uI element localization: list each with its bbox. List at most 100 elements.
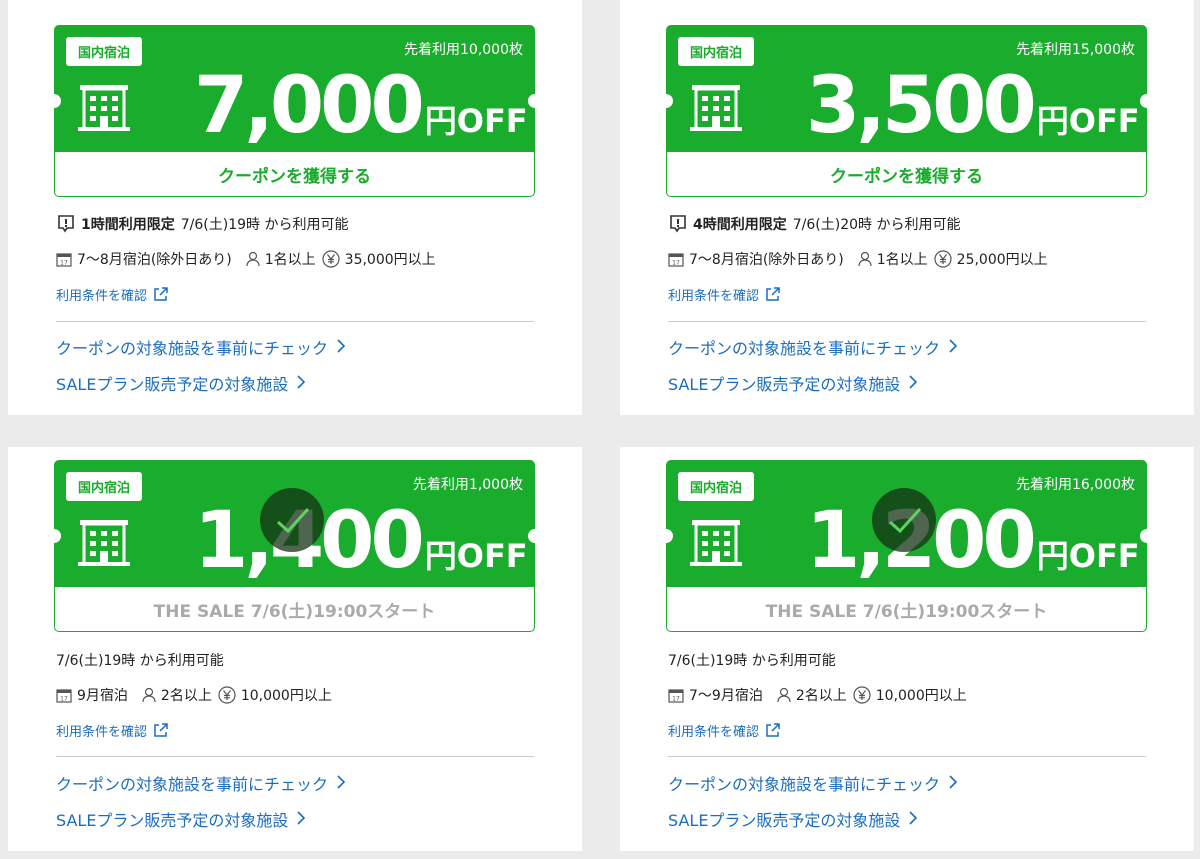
sale-start-banner: THE SALE 7/6(土)19:00スタート	[55, 587, 534, 631]
min-price: 35,000円以上	[344, 252, 436, 268]
coupon-card: 国内宿泊 先着利用16,000枚 1,200円OFF THE SALE 7/6(…	[620, 447, 1194, 851]
sale-plan-link[interactable]: SALEプラン販売予定の対象施設	[668, 371, 918, 395]
calendar-icon: 17	[56, 251, 72, 267]
check-facilities-link[interactable]: クーポンの対象施設を事前にチェック	[668, 335, 958, 359]
chevron-right-icon	[908, 810, 918, 829]
ticket-notch	[1140, 94, 1154, 108]
coupon-info: 4時間利用限定 7/6(土)20時 から利用可能 17 7〜8月宿泊(除外日あり…	[668, 214, 1048, 319]
yen-icon	[218, 686, 236, 704]
coupon-ticket: 国内宿泊 先着利用16,000枚 1,200円OFF THE SALE 7/6(…	[659, 460, 1154, 632]
ticket-notch	[1140, 529, 1154, 543]
sale-plan-label: SALEプラン販売予定の対象施設	[668, 811, 901, 830]
category-tag: 国内宿泊	[678, 472, 755, 501]
chevron-right-icon	[336, 338, 346, 357]
sale-start-banner: THE SALE 7/6(土)19:00スタート	[667, 587, 1146, 631]
discount-amount: 3,500 円OFF	[806, 61, 1140, 151]
coupon-ticket: 国内宿泊 先着利用10,000枚 7,000 円OFF クーポンを獲得する	[47, 25, 542, 197]
svg-text:17: 17	[672, 260, 680, 267]
coupon-info: 7/6(土)19時 から利用可能 17 7〜9月宿泊 2名以上 10,000円以…	[668, 650, 967, 755]
stay-period: 7〜8月宿泊(除外日あり)	[77, 252, 232, 268]
min-price: 25,000円以上	[956, 252, 1048, 268]
building-icon	[690, 85, 742, 131]
chevron-right-icon	[336, 774, 346, 793]
min-people: 2名以上	[795, 688, 847, 704]
terms-link-label: 利用条件を確認	[668, 724, 760, 740]
sale-plan-link[interactable]: SALEプラン販売予定の対象施設	[56, 371, 306, 395]
sale-plan-link[interactable]: SALEプラン販売予定の対象施設	[56, 807, 306, 831]
terms-link[interactable]: 利用条件を確認	[56, 721, 169, 740]
min-people: 1名以上	[876, 252, 928, 268]
category-tag: 国内宿泊	[66, 37, 143, 66]
terms-link[interactable]: 利用条件を確認	[56, 285, 169, 304]
chevron-right-icon	[296, 374, 306, 393]
yen-icon	[853, 686, 871, 704]
coupon-card: 国内宿泊 先着利用1,000枚 1,400円OFF THE SALE 7/6(土…	[8, 447, 582, 851]
check-facilities-link[interactable]: クーポンの対象施設を事前にチェック	[668, 771, 958, 795]
terms-link[interactable]: 利用条件を確認	[668, 721, 781, 740]
calendar-icon: 17	[668, 251, 684, 267]
building-icon	[690, 520, 742, 566]
building-icon	[78, 520, 130, 566]
min-price: 10,000円以上	[240, 688, 332, 704]
check-facilities-label: クーポンの対象施設を事前にチェック	[668, 339, 941, 358]
get-coupon-button[interactable]: クーポンを獲得する	[667, 152, 1146, 196]
check-icon	[872, 488, 936, 552]
coupon-card: 国内宿泊 先着利用10,000枚 7,000 円OFF クーポンを獲得する 1時間…	[8, 0, 582, 415]
coupon-ticket: 国内宿泊 先着利用1,000枚 1,400円OFF THE SALE 7/6(土…	[47, 460, 542, 632]
discount-amount: 1,400円OFF	[194, 496, 528, 586]
discount-amount: 1,200円OFF	[806, 496, 1140, 586]
sale-plan-label: SALEプラン販売予定の対象施設	[56, 811, 289, 830]
terms-link-label: 利用条件を確認	[668, 288, 760, 304]
category-tag: 国内宿泊	[678, 37, 755, 66]
available-from: 7/6(土)20時 から利用可能	[792, 217, 961, 233]
check-facilities-link[interactable]: クーポンの対象施設を事前にチェック	[56, 771, 346, 795]
discount-amount: 7,000 円OFF	[194, 61, 528, 151]
sale-plan-label: SALEプラン販売予定の対象施設	[668, 375, 901, 394]
discount-unit: 円OFF	[424, 102, 528, 140]
yen-icon	[934, 250, 952, 268]
ticket-notch	[47, 94, 61, 108]
stay-period: 7〜9月宿泊	[689, 688, 763, 704]
stay-period: 9月宿泊	[77, 688, 128, 704]
check-facilities-label: クーポンの対象施設を事前にチェック	[668, 775, 941, 794]
coupon-card: 国内宿泊 先着利用15,000枚 3,500 円OFF クーポンを獲得する 4時間…	[620, 0, 1194, 415]
coupon-info: 1時間利用限定 7/6(土)19時 から利用可能 17 7〜8月宿泊(除外日あり…	[56, 214, 436, 319]
ticket-notch	[659, 529, 673, 543]
alert-icon	[56, 214, 76, 234]
check-icon	[260, 488, 324, 552]
alert-icon	[668, 214, 688, 234]
building-icon	[78, 85, 130, 131]
available-from: 7/6(土)19時 から利用可能	[668, 653, 836, 669]
usage-limit: 先着利用15,000枚	[1016, 42, 1135, 58]
chevron-right-icon	[296, 810, 306, 829]
person-icon	[858, 251, 872, 267]
discount-unit: 円OFF	[424, 537, 528, 575]
coupon-info: 7/6(土)19時 から利用可能 17 9月宿泊 2名以上 10,000円以上 …	[56, 650, 332, 755]
sale-plan-link[interactable]: SALEプラン販売予定の対象施設	[668, 807, 918, 831]
check-facilities-label: クーポンの対象施設を事前にチェック	[56, 339, 329, 358]
time-limit-label: 1時間利用限定	[81, 217, 175, 233]
check-facilities-link[interactable]: クーポンの対象施設を事前にチェック	[56, 335, 346, 359]
terms-link-label: 利用条件を確認	[56, 724, 148, 740]
get-coupon-button[interactable]: クーポンを獲得する	[55, 152, 534, 196]
usage-limit: 先着利用16,000枚	[1016, 477, 1135, 493]
divider	[56, 756, 534, 757]
yen-icon	[322, 250, 340, 268]
calendar-icon: 17	[56, 687, 72, 703]
ticket-notch	[659, 94, 673, 108]
terms-link[interactable]: 利用条件を確認	[668, 285, 781, 304]
usage-limit: 先着利用10,000枚	[404, 42, 523, 58]
external-link-icon	[766, 287, 780, 301]
ticket-notch	[47, 529, 61, 543]
check-facilities-label: クーポンの対象施設を事前にチェック	[56, 775, 329, 794]
external-link-icon	[154, 723, 168, 737]
available-from: 7/6(土)19時 から利用可能	[56, 653, 224, 669]
time-limit-label: 4時間利用限定	[693, 217, 787, 233]
min-people: 2名以上	[160, 688, 212, 704]
discount-value: 3,500	[806, 61, 1037, 151]
coupon-ticket: 国内宿泊 先着利用15,000枚 3,500 円OFF クーポンを獲得する	[659, 25, 1154, 197]
min-people: 1名以上	[264, 252, 316, 268]
chevron-right-icon	[948, 774, 958, 793]
external-link-icon	[766, 723, 780, 737]
discount-unit: 円OFF	[1036, 537, 1140, 575]
